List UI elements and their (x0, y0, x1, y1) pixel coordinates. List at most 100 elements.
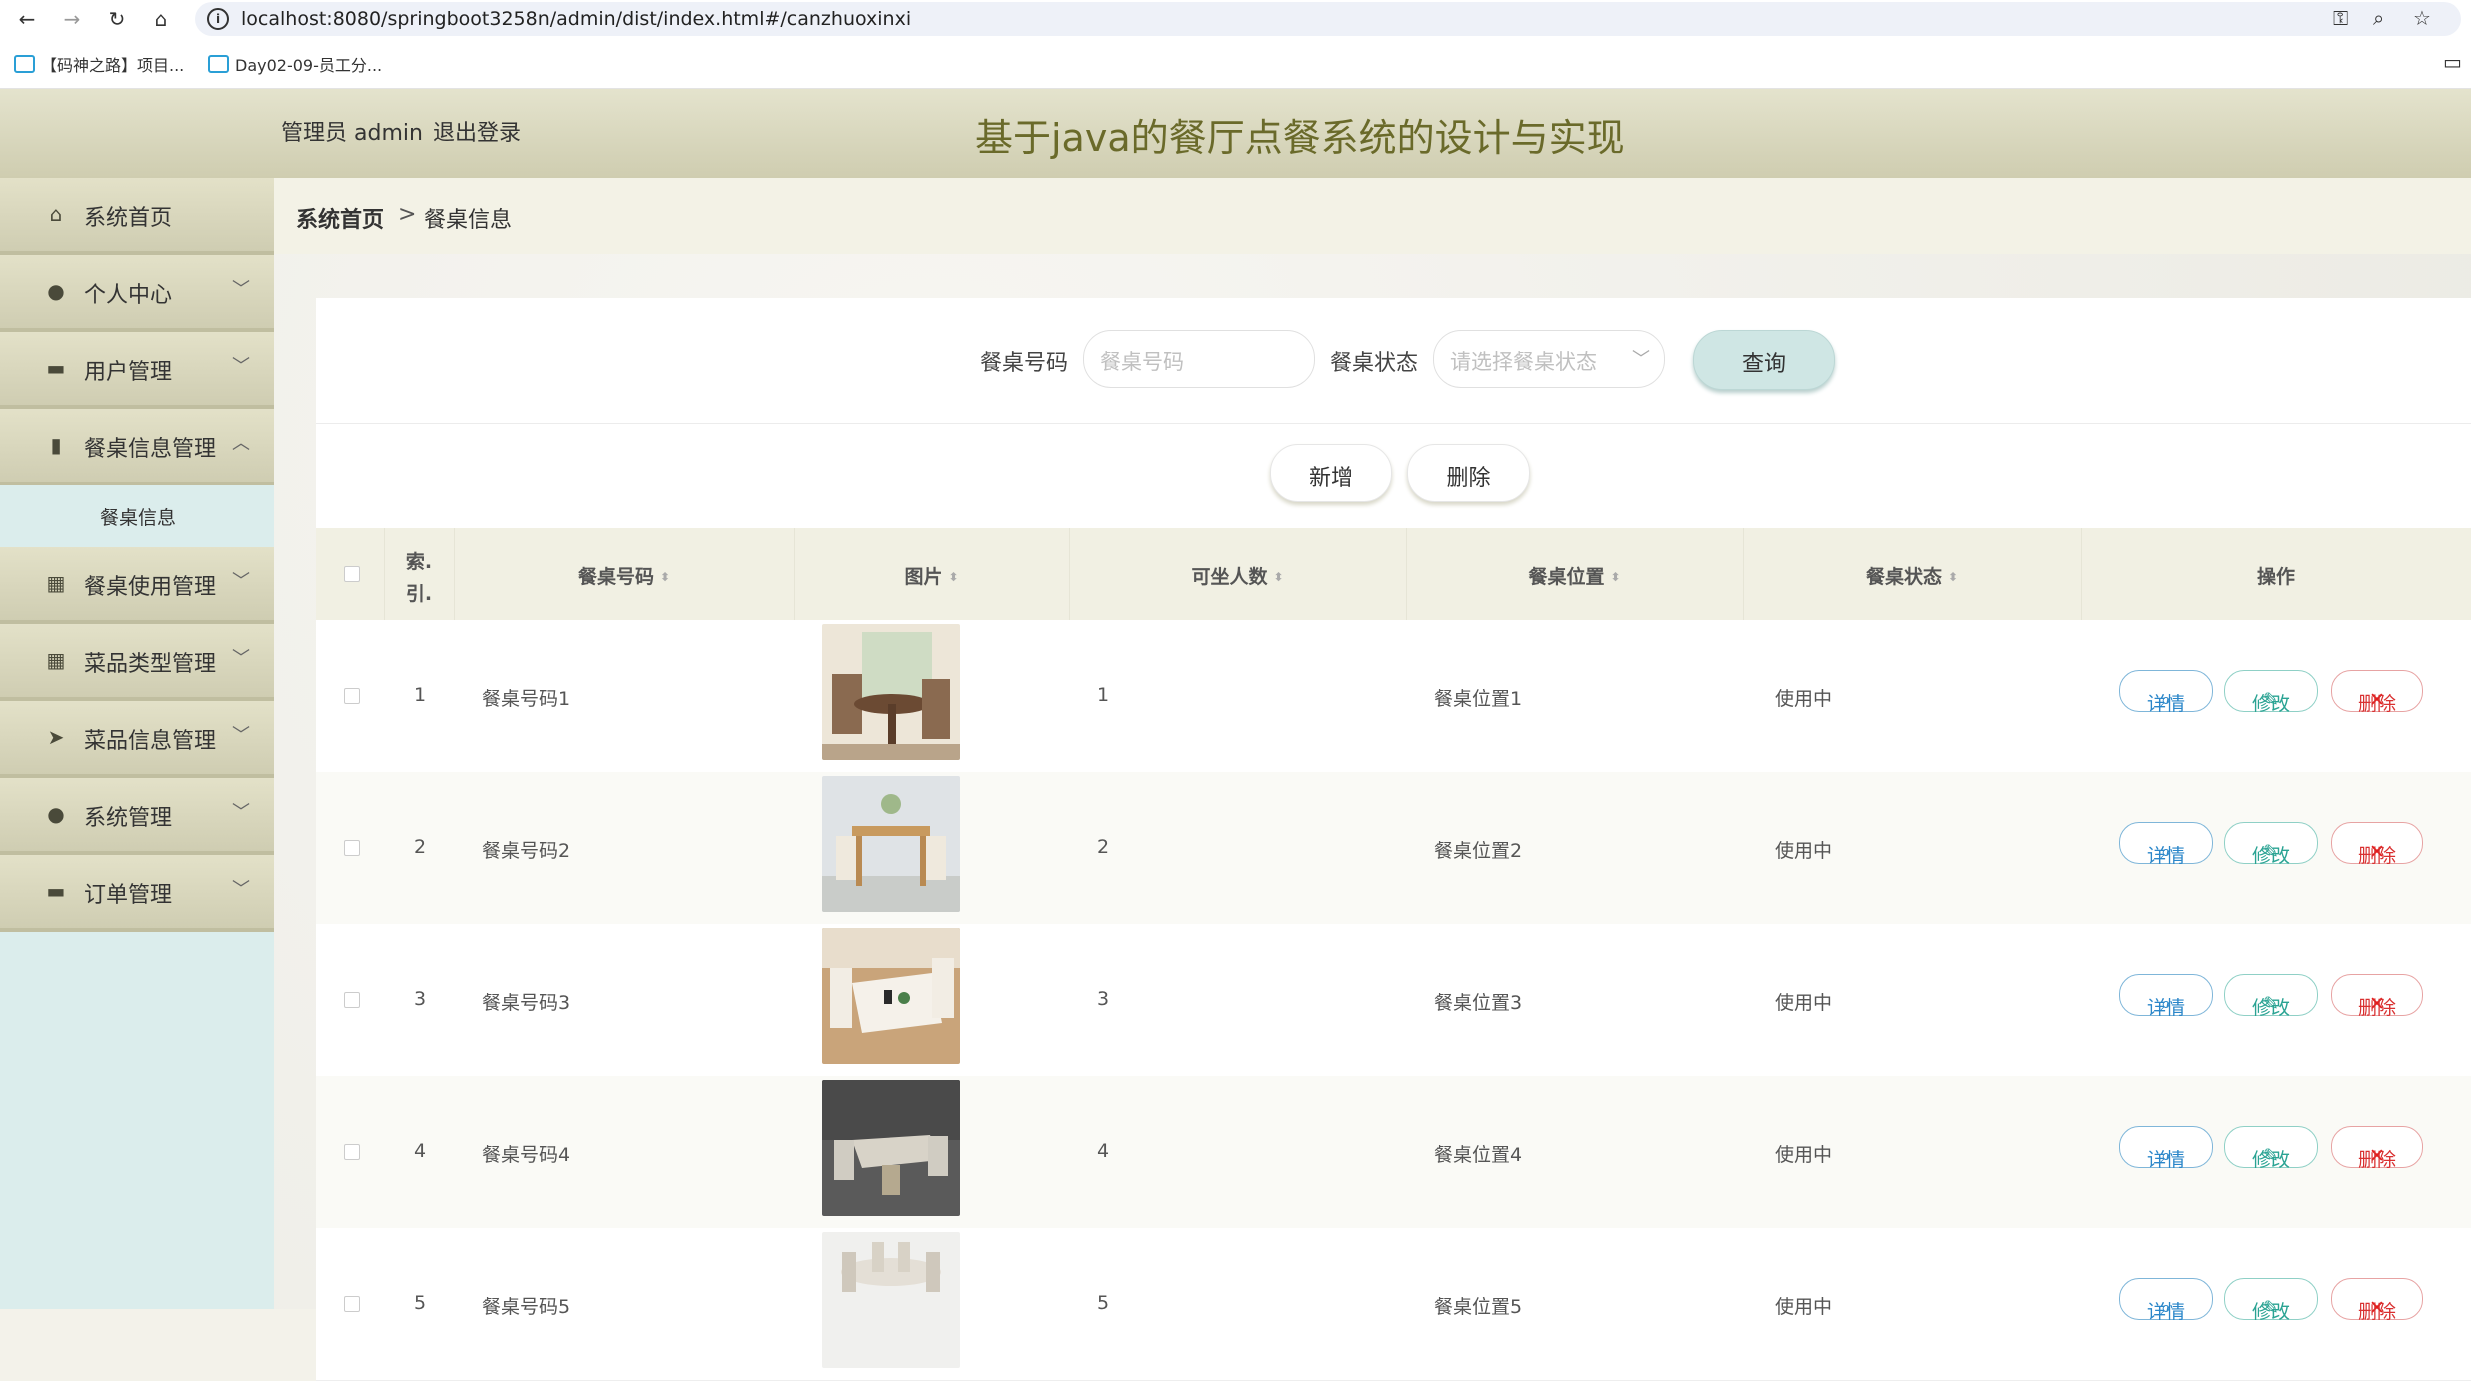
breadcrumb-home[interactable]: 系统首页 (296, 202, 384, 234)
detail-button[interactable]: ⌕ 详情 (2119, 822, 2213, 867)
sidebar-item-table-usage-management[interactable]: ▦ 餐桌使用管理 ﹀ (0, 547, 274, 624)
sidebar-subitem-table-info[interactable]: 餐桌信息 (0, 485, 274, 545)
key-icon[interactable]: ⚿ (2333, 6, 2348, 30)
row-checkbox[interactable] (344, 688, 360, 704)
bilibili-icon (208, 55, 229, 73)
edit-button[interactable]: ✎ 修改 (2224, 822, 2318, 867)
address-bar[interactable]: i localhost:8080/springboot3258n/admin/d… (195, 2, 2461, 36)
column-header-seats[interactable]: 可坐人数 ⬍ (1069, 528, 1407, 620)
forward-icon[interactable]: → (57, 4, 87, 34)
sidebar-item-label: 餐桌信息管理 (84, 437, 217, 462)
send-icon: ➤ (47, 725, 65, 749)
breadcrumb-separator: > (398, 202, 417, 227)
site-info-icon[interactable]: i (207, 8, 229, 30)
app-title: 基于java的餐厅点餐系统的设计与实现 (975, 116, 1625, 160)
query-button[interactable]: 查询 (1693, 330, 1835, 390)
cell-status: 使用中 (1775, 1296, 1833, 1318)
home-browser-icon[interactable]: ⌂ (146, 4, 176, 34)
chevron-down-icon: ﹀ (232, 571, 250, 592)
sidebar-item-home[interactable]: ⌂ 系统首页 (0, 178, 274, 255)
status-label: 餐桌状态 (1330, 351, 1419, 376)
star-icon[interactable]: ☆ (2413, 6, 2431, 30)
sidebar-item-table-info-management[interactable]: ▮ 餐桌信息管理 ︿ (0, 409, 274, 486)
column-header-table-no[interactable]: 餐桌号码 ⬍ (454, 528, 795, 620)
breadcrumb: 系统首页 > 餐桌信息 (274, 178, 2471, 254)
sort-icon: ⬍ (1947, 570, 1959, 584)
row-checkbox[interactable] (344, 1296, 360, 1312)
chevron-down-icon: ﹀ (232, 725, 250, 746)
sidebar: ⌂ 系统首页 ● 个人中心 ﹀ ▬ 用户管理 ﹀ ▮ 餐桌信息管理 ︿ 餐桌信息… (0, 178, 274, 1309)
delete-button[interactable]: ✕ 删除 (2331, 670, 2423, 715)
sidebar-item-system-management[interactable]: ● 系统管理 ﹀ (0, 778, 274, 855)
delete-button[interactable]: ✕ 删除 (2331, 1278, 2423, 1323)
sidebar-item-user-management[interactable]: ▬ 用户管理 ﹀ (0, 332, 274, 409)
select-all-checkbox[interactable] (344, 566, 360, 582)
sidebar-item-label: 订单管理 (84, 883, 173, 908)
zoom-icon[interactable]: ⌕ (2373, 6, 2384, 30)
cell-status: 使用中 (1775, 1144, 1833, 1166)
row-checkbox[interactable] (344, 1144, 360, 1160)
sidebar-item-dish-info-management[interactable]: ➤ 菜品信息管理 ﹀ (0, 701, 274, 778)
detail-button[interactable]: ⌕ 详情 (2119, 1126, 2213, 1171)
sidebar-item-order-management[interactable]: ▬ 订单管理 ﹀ (0, 855, 274, 932)
bookmark-item[interactable]: 【码神之路】项目... (14, 52, 184, 76)
batch-delete-button[interactable]: 删除 (1407, 444, 1530, 502)
add-button[interactable]: 新增 (1270, 444, 1392, 502)
edit-button[interactable]: ✎ 修改 (2224, 1278, 2318, 1323)
table-image[interactable] (822, 624, 960, 760)
sidebar-item-label: 菜品类型管理 (84, 652, 217, 677)
cell-table-no: 餐桌号码3 (482, 992, 571, 1014)
url-text: localhost:8080/springboot3258n/admin/dis… (241, 8, 912, 30)
status-select[interactable]: 请选择餐桌状态 ﹀ (1433, 330, 1665, 388)
table-no-input[interactable]: 餐桌号码 (1083, 330, 1315, 388)
cell-index: 2 (414, 836, 427, 858)
home-icon: ⌂ (49, 202, 63, 226)
table-image[interactable] (822, 1232, 960, 1368)
cell-location: 餐桌位置4 (1434, 1144, 1523, 1166)
table-image[interactable] (822, 1080, 960, 1216)
monitor-icon: ▬ (46, 879, 66, 903)
cell-status: 使用中 (1775, 992, 1833, 1014)
delete-button[interactable]: ✕ 删除 (2331, 974, 2423, 1019)
detail-button[interactable]: ⌕ 详情 (2119, 1278, 2213, 1323)
cell-seats: 4 (1097, 1140, 1110, 1162)
admin-label: 管理员 admin (281, 121, 423, 146)
detail-button[interactable]: ⌕ 详情 (2119, 974, 2213, 1019)
column-header-location[interactable]: 餐桌位置 ⬍ (1406, 528, 1744, 620)
select-all-column (316, 528, 385, 620)
sidebar-item-dish-type-management[interactable]: ▦ 菜品类型管理 ﹀ (0, 624, 274, 701)
cell-index: 4 (414, 1140, 427, 1162)
cell-index: 5 (414, 1292, 427, 1314)
column-header-actions: 操作 (2256, 566, 2295, 588)
row-checkbox[interactable] (344, 992, 360, 1008)
table-image[interactable] (822, 928, 960, 1064)
detail-button[interactable]: ⌕ 详情 (2119, 670, 2213, 715)
ticket-icon: ▬ (46, 356, 66, 380)
column-header-status[interactable]: 餐桌状态 ⬍ (1743, 528, 2082, 620)
action-bar: 新增 删除 (316, 424, 2471, 526)
back-icon[interactable]: ← (12, 4, 42, 34)
bookmark-item[interactable]: Day02-09-员工分... (208, 52, 382, 76)
person-icon: ● (47, 279, 65, 303)
edit-button[interactable]: ✎ 修改 (2224, 1126, 2318, 1171)
chevron-down-icon: ﹀ (1632, 349, 1650, 370)
delete-button[interactable]: ✕ 删除 (2331, 822, 2423, 867)
row-checkbox[interactable] (344, 840, 360, 856)
sidebar-item-label: 系统管理 (84, 806, 173, 831)
cell-seats: 3 (1097, 988, 1110, 1010)
delete-button[interactable]: ✕ 删除 (2331, 1126, 2423, 1171)
column-header-image[interactable]: 图片 ⬍ (794, 528, 1070, 620)
chevron-down-icon: ﹀ (232, 356, 250, 377)
edit-button[interactable]: ✎ 修改 (2224, 670, 2318, 715)
sidebar-item-personal-center[interactable]: ● 个人中心 ﹀ (0, 255, 274, 332)
column-header-index: 索. 引. (384, 528, 455, 620)
main-panel: 餐桌号码 餐桌号码 餐桌状态 请选择餐桌状态 ﹀ 查询 新增 删除 索. 引. … (316, 298, 2471, 1381)
cell-index: 1 (414, 684, 427, 706)
reload-icon[interactable]: ↻ (102, 4, 132, 34)
sort-icon: ⬍ (659, 570, 671, 584)
edit-button[interactable]: ✎ 修改 (2224, 974, 2318, 1019)
folder-icon[interactable]: ▭ (2443, 50, 2462, 74)
table-image[interactable] (822, 776, 960, 912)
cell-status: 使用中 (1775, 840, 1833, 862)
logout-link[interactable]: 退出登录 (433, 115, 521, 147)
